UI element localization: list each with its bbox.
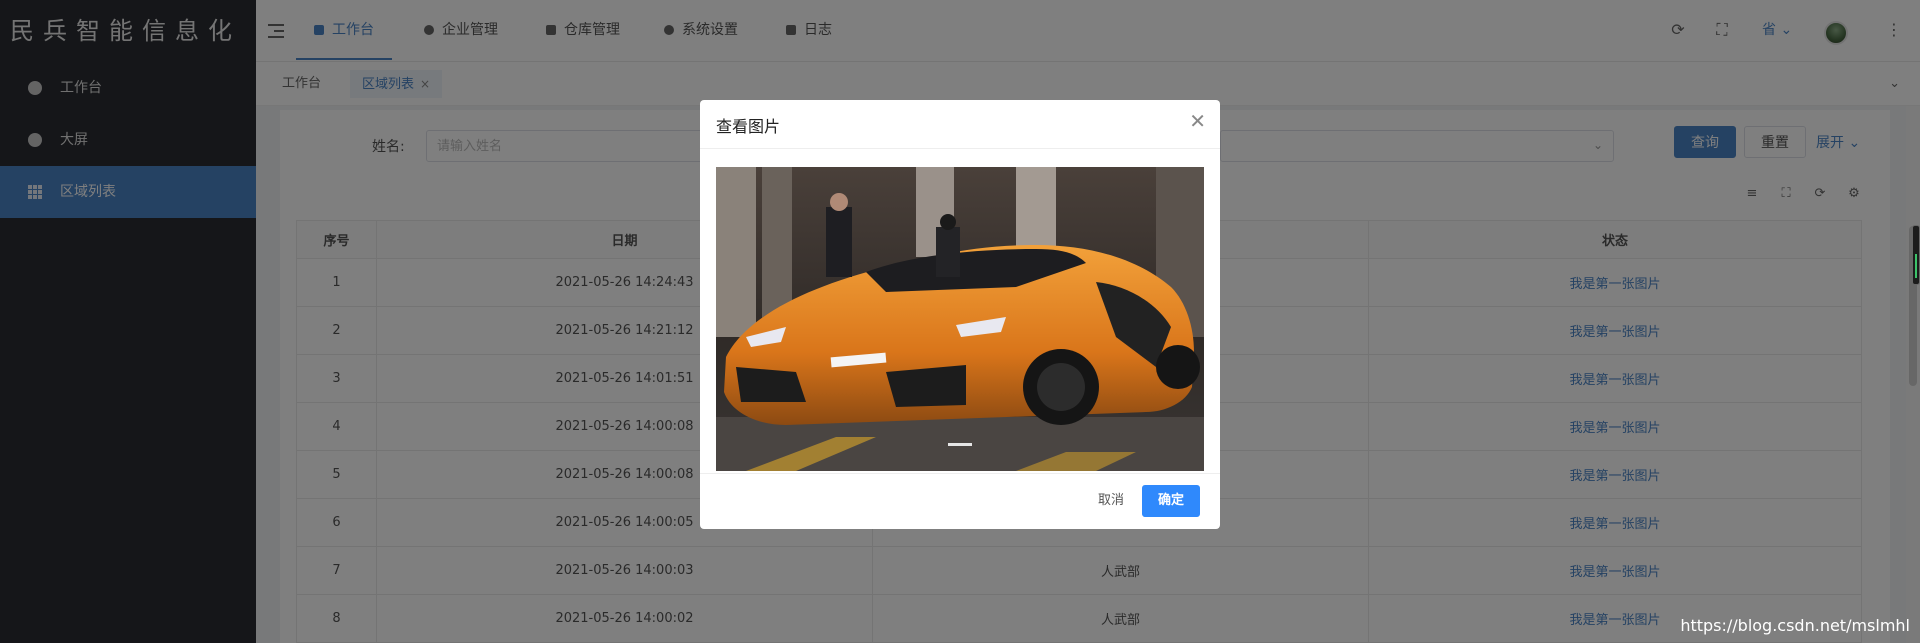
watermark-url: https://blog.csdn.net/mslmhl [1680, 616, 1910, 635]
preview-image [716, 167, 1204, 471]
image-preview-dialog: 查看图片 ✕ 取消 确定 [700, 100, 1220, 529]
divider [700, 473, 1220, 474]
divider [700, 148, 1220, 149]
sports-car-image [716, 167, 1204, 471]
dialog-title: 查看图片 [716, 117, 781, 136]
cancel-button[interactable]: 取消 [1082, 485, 1141, 517]
close-icon[interactable]: ✕ [1189, 111, 1206, 131]
confirm-button[interactable]: 确定 [1142, 485, 1201, 517]
side-widget[interactable] [1912, 225, 1920, 285]
